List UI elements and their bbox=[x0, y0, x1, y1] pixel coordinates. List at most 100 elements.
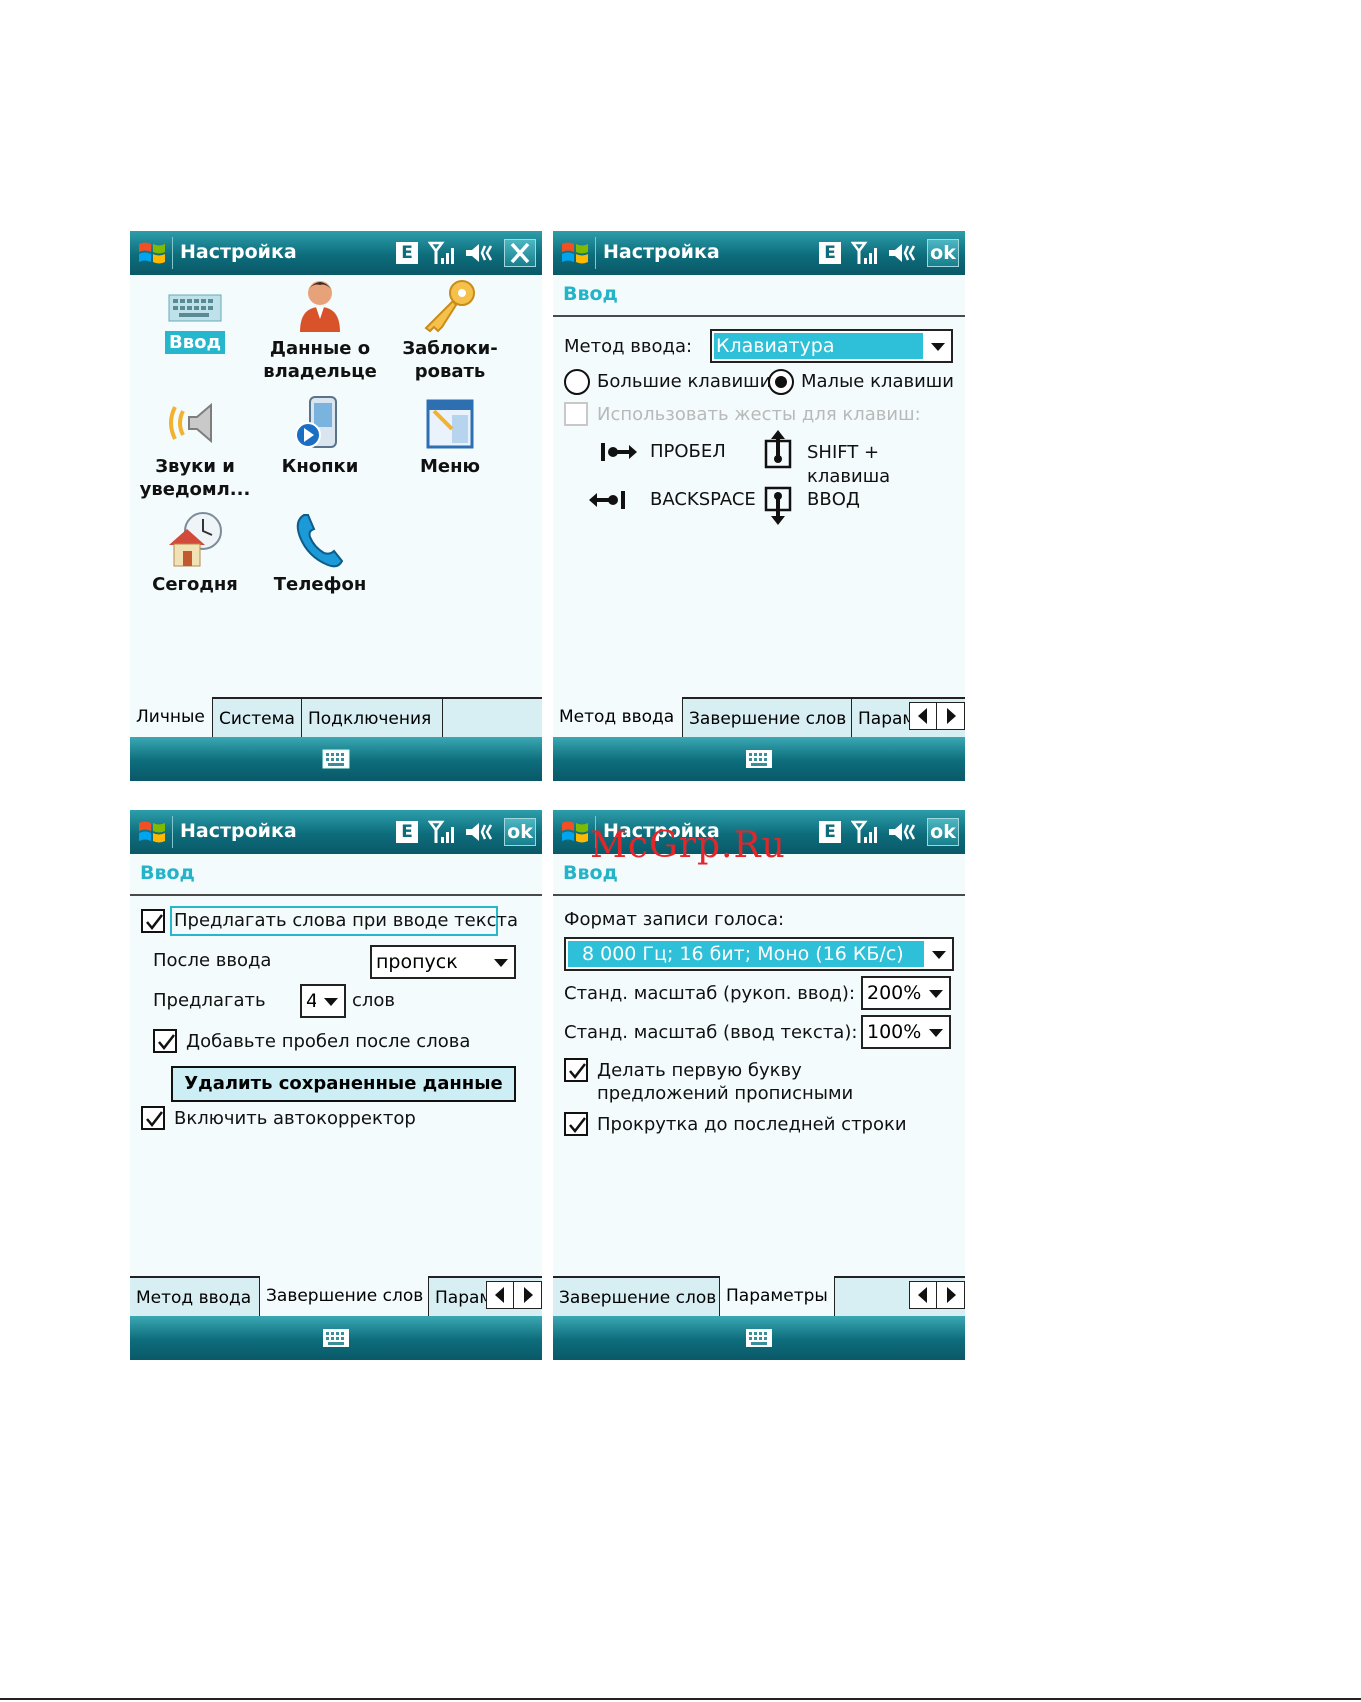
tab-input-method[interactable]: Метод ввода bbox=[553, 697, 683, 739]
app-input[interactable]: Ввод bbox=[130, 287, 260, 354]
tab-personal[interactable]: Личные bbox=[130, 697, 213, 739]
start-menu-icon[interactable] bbox=[136, 238, 168, 268]
after-input-select[interactable]: пропуск bbox=[370, 945, 516, 979]
checkmark-icon bbox=[146, 1111, 163, 1127]
space-gesture-label: ПРОБЕЛ bbox=[650, 441, 726, 462]
title-bar: Настройка E ok bbox=[130, 810, 542, 854]
signal-icon[interactable] bbox=[428, 819, 456, 845]
tab-scroll-right[interactable] bbox=[514, 1282, 541, 1308]
scroll-last-line-checkbox[interactable] bbox=[564, 1112, 588, 1136]
input-panel-icon[interactable] bbox=[322, 749, 350, 769]
tab-options[interactable]: Парам bbox=[852, 697, 912, 739]
tab-word-completion[interactable]: Завершение слов bbox=[260, 1276, 429, 1318]
edge-indicator[interactable]: E bbox=[396, 242, 418, 264]
window-title: Настройка bbox=[180, 241, 297, 263]
tab-scroll bbox=[909, 1281, 965, 1309]
arrow-right-icon bbox=[947, 708, 956, 724]
signal-icon[interactable] bbox=[851, 819, 879, 845]
app-lock[interactable]: Заблоки-ровать bbox=[385, 277, 515, 383]
soft-key-bar bbox=[553, 737, 965, 781]
owner-icon bbox=[300, 281, 340, 332]
add-space-checkbox[interactable] bbox=[153, 1029, 177, 1053]
app-label: Заблоки-ровать bbox=[402, 338, 498, 382]
edge-indicator[interactable]: E bbox=[819, 821, 841, 843]
voice-format-select[interactable]: 8 000 Гц; 16 бит; Моно (16 КБ/с) bbox=[564, 937, 954, 971]
dropdown-arrow-icon bbox=[929, 990, 943, 998]
phone-icon bbox=[296, 514, 344, 568]
volume-muted-icon[interactable] bbox=[887, 820, 917, 844]
tab-input-method[interactable]: Метод ввода bbox=[130, 1276, 260, 1318]
input-panel-icon[interactable] bbox=[745, 1328, 773, 1348]
start-menu-icon[interactable] bbox=[559, 238, 591, 268]
text-zoom-select[interactable]: 100% bbox=[861, 1015, 951, 1049]
volume-muted-icon[interactable] bbox=[464, 241, 494, 265]
dropdown-arrow-icon bbox=[932, 951, 946, 959]
app-owner[interactable]: Данные о владельце bbox=[255, 277, 385, 383]
tab-connections[interactable]: Подключения bbox=[302, 697, 443, 739]
edge-indicator[interactable]: E bbox=[819, 242, 841, 264]
start-menu-icon[interactable] bbox=[559, 817, 591, 847]
ok-button[interactable]: ok bbox=[504, 818, 536, 846]
autocorrect-checkbox[interactable] bbox=[141, 1106, 165, 1130]
window-title: Настройка bbox=[180, 820, 297, 842]
capitalize-checkbox[interactable] bbox=[564, 1058, 588, 1082]
suggest-words-label: Предлагать слова при вводе текста bbox=[174, 910, 519, 931]
tab-scroll-left[interactable] bbox=[487, 1282, 514, 1308]
volume-muted-icon[interactable] bbox=[887, 241, 917, 265]
signal-icon[interactable] bbox=[428, 240, 456, 266]
handwriting-zoom-label: Станд. масштаб (рукоп. ввод): bbox=[564, 983, 856, 1004]
close-button[interactable] bbox=[504, 239, 536, 267]
app-label: Телефон bbox=[273, 574, 367, 595]
tab-word-completion[interactable]: Завершение слов bbox=[553, 1276, 720, 1318]
ok-button[interactable]: ok bbox=[927, 239, 959, 267]
arrow-left-icon bbox=[918, 708, 927, 724]
soft-key-bar bbox=[553, 1316, 965, 1360]
tab-word-completion[interactable]: Завершение слов bbox=[683, 697, 852, 739]
tab-scroll-right[interactable] bbox=[937, 1282, 964, 1308]
edge-indicator[interactable]: E bbox=[396, 821, 418, 843]
tab-bar: Личные Система Подключения bbox=[130, 697, 542, 739]
tab-scroll-right[interactable] bbox=[937, 703, 964, 729]
delete-saved-data-button[interactable]: Удалить сохраненные данные bbox=[171, 1066, 516, 1102]
section-header: Ввод bbox=[140, 862, 195, 884]
app-today[interactable]: Сегодня bbox=[130, 511, 260, 596]
app-label: Данные о владельце bbox=[263, 338, 377, 382]
tab-scroll-left[interactable] bbox=[910, 1282, 937, 1308]
large-keys-radio[interactable] bbox=[564, 369, 590, 395]
small-keys-radio[interactable] bbox=[768, 369, 794, 395]
input-method-select[interactable]: Клавиатура bbox=[710, 329, 953, 363]
tab-options[interactable]: Парам bbox=[429, 1276, 489, 1318]
after-input-label: После ввода bbox=[153, 950, 272, 971]
input-method-label: Метод ввода: bbox=[564, 336, 693, 357]
app-label: Ввод bbox=[164, 331, 225, 354]
offer-count-select[interactable]: 4 bbox=[300, 984, 346, 1018]
signal-icon[interactable] bbox=[851, 240, 879, 266]
arrow-right-icon bbox=[947, 1287, 956, 1303]
app-menu[interactable]: Меню bbox=[385, 395, 515, 478]
input-panel-icon[interactable] bbox=[322, 1328, 350, 1348]
voice-format-label: Формат записи голоса: bbox=[564, 909, 785, 930]
dropdown-arrow-icon bbox=[931, 343, 945, 351]
tab-system[interactable]: Система bbox=[213, 697, 302, 739]
tab-scroll-left[interactable] bbox=[910, 703, 937, 729]
enter-gesture-icon bbox=[764, 486, 792, 525]
app-sounds[interactable]: Звуки и уведомл... bbox=[130, 395, 260, 501]
input-method-value: Клавиатура bbox=[714, 333, 923, 359]
ok-button[interactable]: ok bbox=[927, 818, 959, 846]
app-phone[interactable]: Телефон bbox=[255, 511, 385, 596]
scroll-last-line-label: Прокрутка до последней строки bbox=[597, 1114, 907, 1135]
handwriting-zoom-select[interactable]: 200% bbox=[861, 976, 951, 1010]
checkmark-icon bbox=[569, 1063, 586, 1079]
tab-bar: Завершение слов Параметры bbox=[553, 1276, 965, 1318]
tab-options[interactable]: Параметры bbox=[720, 1276, 835, 1318]
suggest-words-checkbox[interactable] bbox=[141, 909, 165, 933]
app-buttons[interactable]: Кнопки bbox=[255, 395, 385, 478]
gestures-checkbox[interactable] bbox=[564, 402, 588, 426]
volume-muted-icon[interactable] bbox=[464, 820, 494, 844]
add-space-label: Добавьте пробел после слова bbox=[186, 1031, 471, 1052]
shift-gesture-label: SHIFT + клавиша bbox=[807, 442, 891, 487]
app-label: Сегодня bbox=[152, 574, 238, 595]
menu-icon bbox=[426, 399, 474, 449]
input-panel-icon[interactable] bbox=[745, 749, 773, 769]
start-menu-icon[interactable] bbox=[136, 817, 168, 847]
